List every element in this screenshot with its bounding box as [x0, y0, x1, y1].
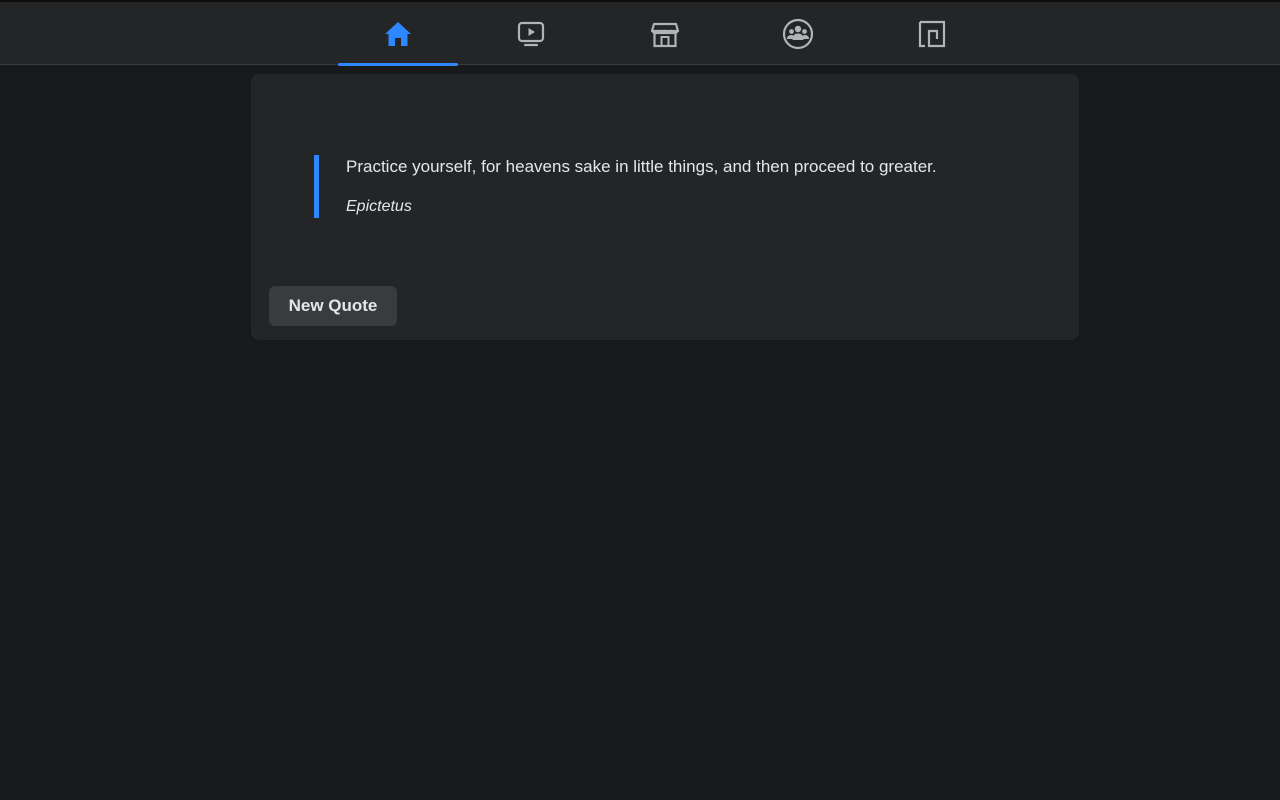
watch-video-icon [517, 21, 545, 46]
top-navigation-bar [0, 0, 1280, 66]
tab-watch[interactable] [471, 2, 591, 65]
gaming-icon [918, 20, 946, 47]
tab-home[interactable] [338, 2, 458, 66]
quote-author: Epictetus [346, 198, 412, 215]
quote-blockquote: Practice yourself, for heavens sake in l… [314, 155, 937, 218]
home-icon [385, 21, 411, 46]
tab-groups[interactable] [738, 2, 858, 65]
marketplace-store-icon [650, 22, 680, 47]
quote-card: Practice yourself, for heavens sake in l… [251, 74, 1079, 340]
quote-text: Practice yourself, for heavens sake in l… [346, 157, 937, 176]
groups-icon [782, 18, 814, 49]
tab-marketplace[interactable] [605, 2, 725, 65]
tab-gaming[interactable] [872, 2, 992, 65]
new-quote-button[interactable]: New Quote [269, 286, 397, 326]
